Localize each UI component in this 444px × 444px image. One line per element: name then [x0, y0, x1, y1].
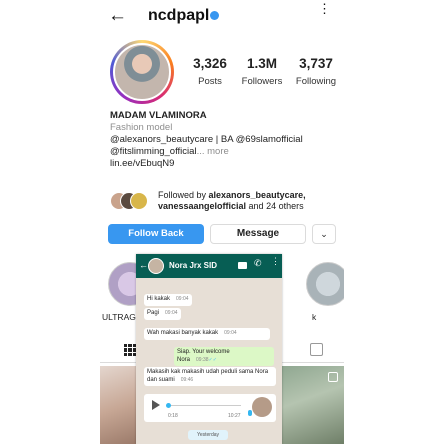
followed-by-suffix: and 24 others [246, 201, 304, 211]
highlight-circle[interactable] [306, 262, 344, 306]
followed-by-user-1: alexanors_beautycare, [208, 190, 306, 200]
message-button[interactable]: Message [210, 224, 306, 244]
message-time: 09:46 [180, 376, 194, 383]
message-time: 09:38 [196, 356, 209, 363]
avatar[interactable] [148, 258, 164, 274]
message-time: 09:04 [224, 330, 237, 336]
message-text: Wah makasi banyak kakak [147, 330, 219, 336]
date-chip: Yesterday [188, 430, 228, 440]
followed-by-text: Followed by alexanors_beautycare, vaness… [158, 190, 342, 212]
tagged-tab-icon[interactable] [310, 343, 323, 356]
followed-by-row[interactable]: Followed by alexanors_beautycare, vaness… [110, 190, 342, 216]
play-icon[interactable] [152, 400, 160, 410]
profile-username: ncdpapl [148, 7, 210, 24]
whatsapp-chat-overlay: ← Nora Jrx SID ✆ ⋮ Hi kakak 09:04 Pagi 09:… [136, 254, 282, 444]
top-bar: ← ncdpapl ⋮ [100, 0, 344, 32]
stat-posts[interactable]: 3,326 Posts [188, 56, 232, 87]
stat-followers[interactable]: 1.3M Followers [233, 56, 291, 87]
followed-by-prefix: Followed by [158, 190, 209, 200]
bio-line-2: @fitslimming_official... more [110, 146, 340, 158]
read-check-icon: ✓✓ [208, 356, 217, 363]
back-arrow-icon[interactable]: ← [139, 260, 148, 270]
avatar [113, 43, 171, 101]
followed-by-user-2: vanessaangelofficial [158, 201, 247, 211]
category-label: Fashion model [110, 122, 173, 133]
bio-line-1: @alexanors_beautycare | BA @69slamoffici… [110, 134, 303, 145]
reel-icon [328, 372, 338, 382]
verified-badge-icon [210, 11, 219, 20]
more-vertical-icon[interactable]: ⋮ [318, 2, 331, 15]
message-time: 09:04 [165, 310, 178, 316]
message-bubble: Makasih kak makasih udah peduli sama Nor… [144, 367, 276, 386]
suggest-button[interactable]: ⌄ [312, 224, 336, 244]
followers-count: 1.3M [246, 56, 277, 71]
message-time: 09:04 [176, 296, 189, 302]
display-name: MADAM VLAMINORA [110, 110, 207, 121]
stat-following[interactable]: 3,737 Following [290, 56, 342, 87]
avatar [252, 397, 272, 417]
video-call-icon[interactable] [238, 262, 247, 269]
message-text: Hi kakak [147, 296, 171, 302]
message-bubble: Pagi 09:04 [144, 308, 181, 320]
voice-duration: 0:18 [168, 413, 178, 419]
chat-contact-name[interactable]: Nora Jrx SID [169, 261, 217, 270]
mutual-avatars [110, 192, 150, 212]
voice-note: 0:18 10:27 [144, 394, 276, 422]
message-time: 10:27 [228, 413, 241, 419]
mutual-avatar [130, 192, 148, 210]
message-bubble: Siap. Your welcome Nora 09:38✓✓ [174, 347, 274, 366]
more-vertical-icon[interactable]: ⋮ [271, 257, 280, 266]
following-count: 3,737 [299, 56, 333, 71]
following-label: Following [295, 76, 337, 87]
grid-tab-icon[interactable] [124, 344, 136, 356]
bio-more-link[interactable]: ... more [197, 146, 229, 157]
chevron-down-icon: ⌄ [320, 229, 328, 239]
message-bubble: Wah makasi banyak kakak 09:04 [144, 328, 270, 340]
message-text: Pagi [147, 310, 160, 316]
follow-back-button[interactable]: Follow Back [108, 224, 204, 244]
highlight-label: k [312, 312, 317, 322]
followers-label: Followers [241, 76, 283, 87]
back-arrow-icon[interactable]: ← [108, 6, 127, 26]
profile-bio: MADAM VLAMINORA Fashion model @alexanors… [110, 110, 340, 170]
voice-progress-track[interactable] [171, 405, 241, 406]
bio-link[interactable]: lin.ee/vEbuqN9 [110, 158, 340, 170]
mic-icon [248, 410, 252, 416]
highlight-label: ULTRAG [102, 312, 136, 322]
posts-label: Posts [198, 76, 222, 87]
profile-avatar-ring[interactable] [110, 40, 174, 104]
posts-count: 3,326 [193, 56, 227, 71]
message-bubble: Hi kakak 09:04 [144, 294, 192, 306]
phone-icon[interactable]: ✆ [254, 258, 262, 269]
chat-header: ← Nora Jrx SID ✆ ⋮ [136, 254, 282, 278]
bio-line-2-text: @fitslimming_official [110, 146, 197, 157]
message-text: Makasih kak makasih udah peduli sama Nor… [147, 369, 269, 383]
